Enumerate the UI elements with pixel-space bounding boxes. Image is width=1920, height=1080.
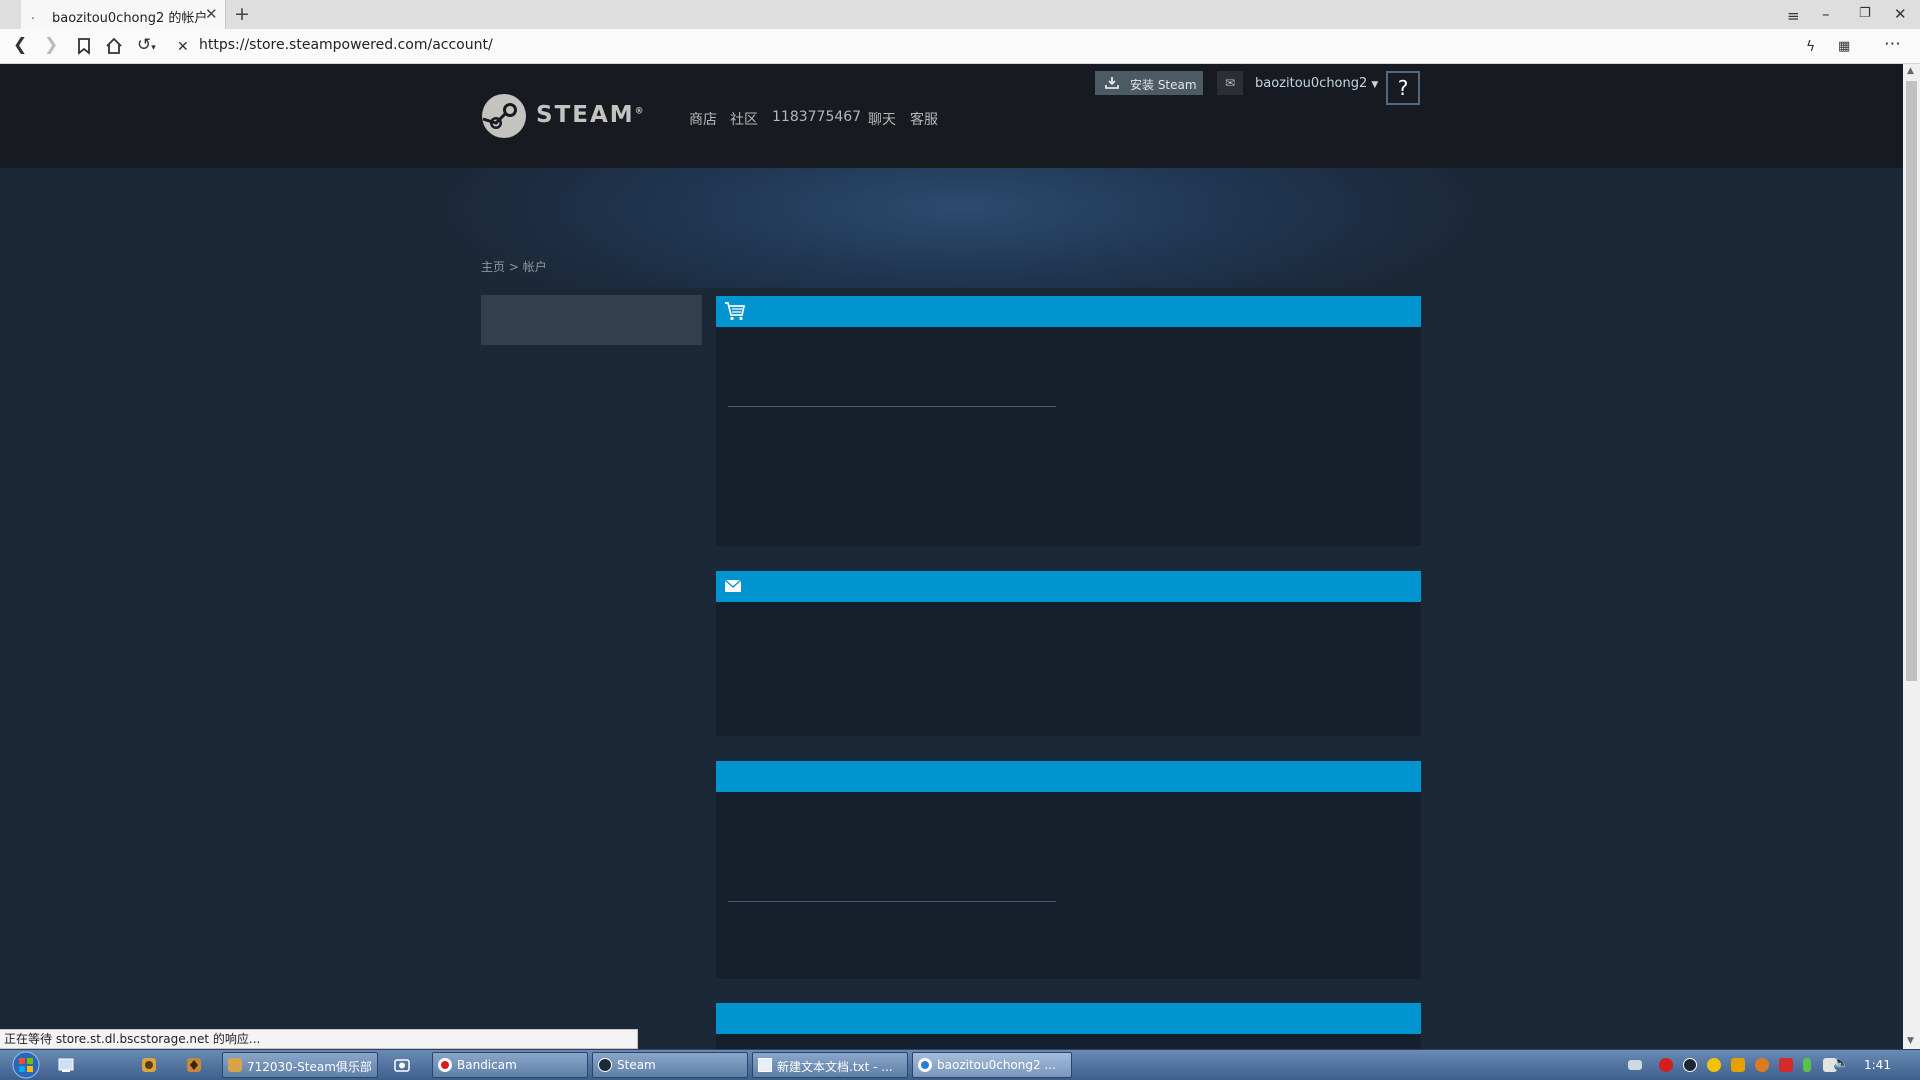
taskbar-item-bandicam[interactable]: Bandicam	[432, 1052, 588, 1078]
keyboard-icon[interactable]	[1628, 1060, 1642, 1070]
scroll-up-icon[interactable]: ▲	[1907, 66, 1914, 76]
windows-start-icon[interactable]	[4, 1050, 44, 1080]
cart-icon	[725, 302, 746, 321]
email-panel	[716, 571, 1421, 736]
app-launcher-icon[interactable]	[139, 1055, 159, 1075]
app-tray-icon[interactable]	[1731, 1058, 1745, 1072]
breadcrumb-separator: >	[508, 260, 519, 274]
record-icon	[438, 1058, 452, 1072]
account-dropdown[interactable]: baozitou0chong2 ▼	[1255, 76, 1378, 91]
scroll-down-icon[interactable]: ▼	[1907, 1036, 1914, 1046]
breadcrumb-home[interactable]: 主页	[481, 260, 505, 274]
notifications-envelope-icon[interactable]: ✉	[1217, 71, 1243, 95]
show-desktop-icon[interactable]	[56, 1055, 76, 1075]
envelope-icon	[724, 579, 742, 592]
install-steam-button[interactable]: 安装 Steam	[1095, 71, 1203, 95]
shield-tray-icon[interactable]	[1779, 1058, 1793, 1072]
bookmark-icon[interactable]	[76, 37, 92, 55]
panel-header	[716, 761, 1421, 792]
steam-tray-icon[interactable]	[1683, 1058, 1697, 1072]
security-tray-icon[interactable]	[1755, 1058, 1769, 1072]
taskbar-item-label: baozitou0chong2 ...	[937, 1058, 1056, 1072]
taskbar-clock[interactable]: 1:41	[1864, 1058, 1891, 1072]
record-tray-icon[interactable]	[1659, 1058, 1673, 1072]
url-input[interactable]: https://store.steampowered.com/account/	[199, 37, 493, 53]
home-icon[interactable]	[105, 37, 123, 55]
address-bar: ❮ ❯ ↺▾ ✕ https://store.steampowered.com/…	[0, 29, 1920, 64]
account-sidebar-box	[481, 295, 702, 345]
store-purchase-panel	[716, 296, 1421, 546]
battery-tray-icon[interactable]	[1803, 1058, 1811, 1072]
taskbar-item-label: 新建文本文档.txt - ...	[777, 1060, 893, 1074]
close-window-icon[interactable]: ✕	[1894, 5, 1907, 23]
notepad-icon	[758, 1058, 772, 1072]
panel-header	[716, 571, 1421, 602]
camera-icon[interactable]	[392, 1055, 412, 1075]
nav-chat[interactable]: 聊天	[868, 109, 896, 129]
more-options-icon[interactable]: ⋯	[1884, 34, 1901, 54]
taskbar-item-label: Bandicam	[457, 1058, 517, 1072]
club-icon	[228, 1058, 242, 1072]
new-tab-icon[interactable]: +	[234, 3, 250, 25]
download-icon	[1105, 77, 1119, 89]
minimize-icon[interactable]: –	[1822, 5, 1830, 23]
account-panel-4	[716, 1003, 1421, 1049]
breadcrumb: 主页 > 帐户	[481, 258, 547, 275]
nav-store[interactable]: 商店	[689, 109, 717, 129]
account-name: baozitou0chong2	[1255, 76, 1368, 91]
reload-history-icon[interactable]: ↺▾	[137, 35, 156, 58]
browser-status-bar: 正在等待 store.st.dl.bscstorage.net 的响应...	[0, 1029, 638, 1049]
nav-support[interactable]: 客服	[910, 109, 938, 129]
windows-taskbar: 712030-Steam俱乐部 Bandicam Steam 新建文本文档.tx…	[0, 1049, 1920, 1080]
scrollbar-thumb[interactable]	[1906, 81, 1917, 681]
steam-logo-icon[interactable]	[481, 93, 527, 139]
tab-title: baozitou0chong2 的帐户	[52, 11, 208, 26]
chevron-down-icon: ▼	[1371, 80, 1379, 90]
back-icon[interactable]: ❮	[13, 35, 27, 55]
taskbar-item-steam[interactable]: Steam	[592, 1052, 748, 1078]
install-steam-label: 安装 Steam	[1130, 78, 1197, 92]
nav-profile[interactable]: 1183775467	[772, 109, 861, 125]
volume-icon[interactable]: 🔈	[1833, 1056, 1849, 1071]
browser-tab-bar: . baozitou0chong2 的帐户 ✕ + ≡ – ❐ ✕	[0, 0, 1920, 29]
web-page: STEAM® 商店 社区 1183775467 聊天 客服 安装 Steam ✉…	[0, 64, 1903, 1049]
qr-code-icon[interactable]: ▦	[1838, 37, 1850, 57]
taskbar-item-label: 712030-Steam俱乐部	[247, 1060, 372, 1074]
steam-icon	[598, 1058, 612, 1072]
help-button[interactable]: ?	[1386, 71, 1420, 105]
taskbar-item-label: Steam	[617, 1058, 656, 1072]
stop-loading-icon[interactable]: ✕	[177, 37, 189, 57]
steam-header: STEAM® 商店 社区 1183775467 聊天 客服 安装 Steam ✉…	[0, 64, 1903, 168]
tab-favicon-icon: .	[31, 8, 35, 22]
tab-close-icon[interactable]: ✕	[205, 5, 218, 23]
forward-icon[interactable]: ❯	[44, 35, 58, 55]
qq-tray-icon[interactable]	[1707, 1058, 1721, 1072]
panel-divider	[728, 901, 1056, 902]
steam-logo-text[interactable]: STEAM®	[536, 102, 646, 128]
page-banner	[0, 168, 1903, 288]
restore-icon[interactable]: ❐	[1859, 6, 1871, 21]
taskbar-item-steam-club[interactable]: 712030-Steam俱乐部	[222, 1052, 378, 1078]
game-launcher-icon[interactable]	[184, 1055, 204, 1075]
nav-community[interactable]: 社区	[730, 109, 758, 129]
browser-icon	[918, 1058, 932, 1072]
taskbar-item-notepad[interactable]: 新建文本文档.txt - ...	[752, 1052, 908, 1078]
panel-header	[716, 1003, 1421, 1034]
panel-divider	[728, 406, 1056, 407]
panel-header	[716, 296, 1421, 327]
menu-icon[interactable]: ≡	[1787, 7, 1800, 25]
lightning-icon[interactable]: ϟ	[1806, 37, 1815, 57]
breadcrumb-current: 帐户	[522, 260, 547, 274]
page-scrollbar[interactable]: ▲ ▼	[1903, 64, 1920, 1049]
browser-tab[interactable]: . baozitou0chong2 的帐户 ✕	[21, 0, 226, 29]
account-panel-3	[716, 761, 1421, 979]
taskbar-item-browser[interactable]: baozitou0chong2 ...	[912, 1052, 1072, 1078]
